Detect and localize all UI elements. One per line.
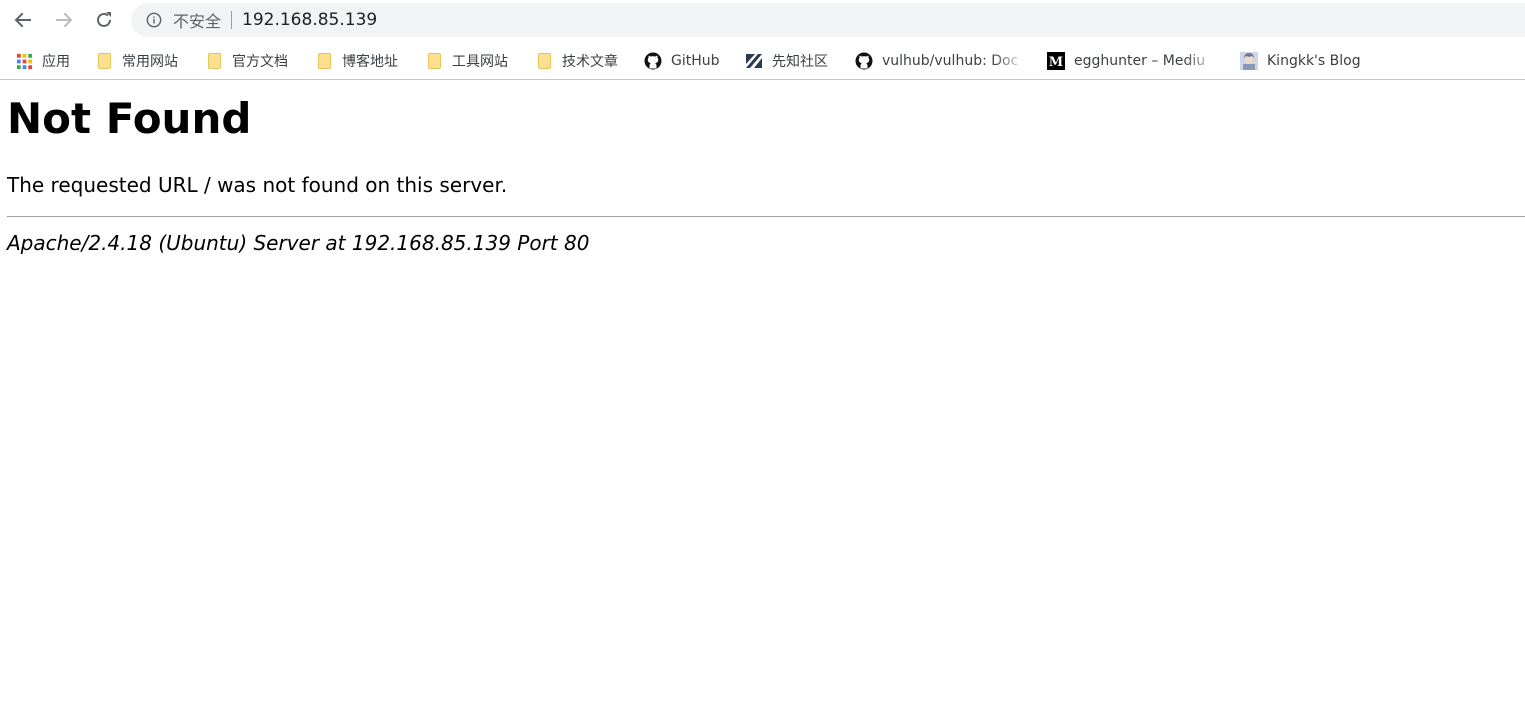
info-icon[interactable] [145,11,163,29]
bookmark-label: 应用 [42,54,70,70]
bookmark-label: egghunter – Mediu [1074,53,1206,69]
arrow-left-icon [14,12,31,28]
browser-toolbar: 不安全 192.168.85.139 [0,0,1525,40]
bookmark-label: vulhub/vulhub: Doc [882,53,1019,69]
url-text[interactable]: 192.168.85.139 [242,10,377,30]
folder-icon [205,52,223,70]
bookmark-label: 先知社区 [772,54,828,70]
bookmark-label: 博客地址 [342,54,398,70]
github-icon [644,52,662,70]
bookmark-folder-tools[interactable]: 工具网站 [425,50,508,72]
server-signature: Apache/2.4.18 (Ubuntu) Server at 192.168… [7,231,590,255]
error-message: The requested URL / was not found on thi… [7,173,508,197]
bookmark-label: 工具网站 [452,54,508,70]
folder-icon [535,52,553,70]
bookmark-label: Kingkk's Blog [1267,53,1361,69]
back-button[interactable] [9,6,37,34]
bookmark-egghunter-medium[interactable]: M egghunter – Mediu [1047,50,1219,72]
omnibox-divider [231,11,233,29]
bookmark-label: 常用网站 [122,54,178,70]
bookmark-folder-tech-articles[interactable]: 技术文章 [535,50,618,72]
bookmark-folder-blogs[interactable]: 博客地址 [315,50,398,72]
folder-icon [425,52,443,70]
bookmark-kingkk-blog[interactable]: Kingkk's Blog [1240,50,1361,72]
bookmark-label: 技术文章 [562,54,618,70]
bookmark-folder-common-sites[interactable]: 常用网站 [95,50,178,72]
folder-icon [95,52,113,70]
svg-text:M: M [1049,55,1063,70]
reload-button[interactable] [90,6,118,34]
bookmark-label: GitHub [671,53,720,69]
bookmarks-bar: 应用 常用网站 官方文档 博客地址 工具网站 技术文章 GitHub 先知社区 [0,40,1525,80]
bookmark-apps[interactable]: 应用 [15,50,70,72]
github-icon [855,52,873,70]
forward-button[interactable] [50,6,78,34]
address-bar[interactable]: 不安全 192.168.85.139 [131,3,1525,37]
bookmark-label: 官方文档 [232,54,288,70]
avatar-icon [1240,52,1258,70]
apps-grid-icon [15,52,33,70]
xianzhi-icon [745,52,763,70]
bookmark-vulhub[interactable]: vulhub/vulhub: Doc [855,50,1027,72]
medium-icon: M [1047,52,1065,70]
arrow-right-icon [56,12,73,28]
horizontal-rule [7,216,1525,217]
reload-icon [97,12,111,27]
page-title: Not Found [7,94,252,143]
bookmark-github[interactable]: GitHub [644,50,720,72]
folder-icon [315,52,333,70]
bookmark-xianzhi[interactable]: 先知社区 [745,50,828,72]
bookmark-folder-official-docs[interactable]: 官方文档 [205,50,288,72]
security-label: 不安全 [173,12,222,31]
